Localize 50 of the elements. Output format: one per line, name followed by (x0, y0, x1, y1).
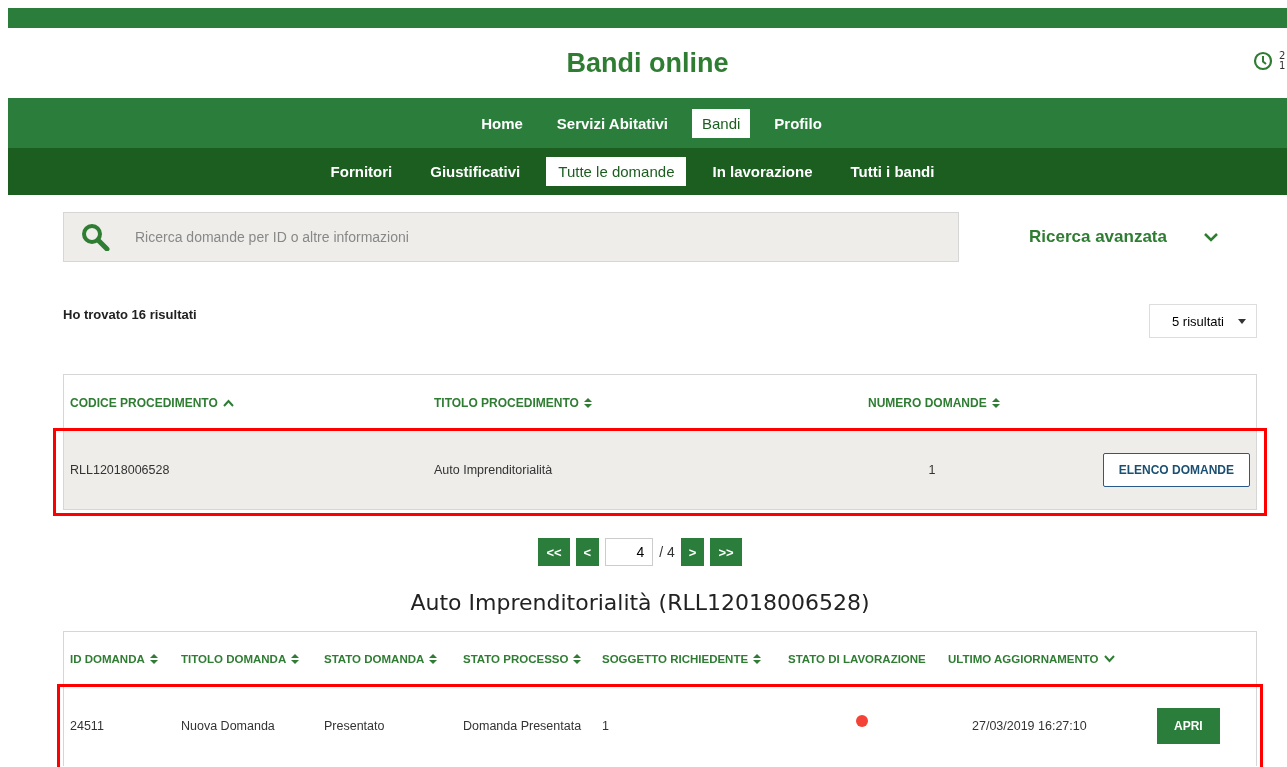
page-field[interactable]: 4 (605, 538, 654, 566)
nav-tab[interactable]: Profilo (764, 108, 832, 138)
open-button[interactable]: APRI (1157, 708, 1220, 744)
table-cell: Auto Imprenditorialità (434, 463, 553, 477)
table-cell: 1 (928, 463, 936, 477)
column-header[interactable]: CODICE PROCEDIMENTO (70, 396, 218, 410)
search-field[interactable]: Ricerca domande per ID o altre informazioni (63, 212, 959, 262)
advanced-search-toggle[interactable]: Ricerca avanzata (1029, 227, 1219, 247)
table-row[interactable]: RLL12018006528 Auto Imprenditorialità 1 ELENCO DOMANDE (64, 431, 1256, 509)
column-header: STATO DI LAVORAZIONE (788, 653, 926, 665)
page-total: / 4 (659, 544, 675, 560)
chevron-down-icon (1203, 232, 1219, 242)
table-cell: Presentato (324, 719, 385, 733)
dropdown-icon (1238, 318, 1246, 324)
next-page-button[interactable]: > (680, 538, 705, 566)
subnav-tab[interactable]: Tutti i bandi (838, 157, 947, 186)
column-header[interactable]: TITOLO PROCEDIMENTO (434, 396, 579, 410)
page-size-select[interactable]: 5 risultati (1149, 304, 1257, 338)
table-cell: Nuova Domanda (181, 719, 275, 733)
subnav-tab[interactable]: Tutte le domande (546, 157, 687, 186)
nav-tab[interactable]: Servizi Abitativi (546, 108, 678, 138)
list-applications-button[interactable]: ELENCO DOMANDE (1102, 453, 1250, 487)
column-header[interactable]: ID DOMANDA (70, 653, 145, 665)
table-cell: 24511 (70, 719, 104, 733)
clock-icon (1253, 51, 1273, 71)
results-count: Ho trovato 16 risultati (63, 306, 197, 322)
column-header[interactable]: SOGGETTO RICHIEDENTE (602, 653, 749, 665)
search-icon (81, 223, 111, 251)
table-cell: 1 (602, 719, 609, 733)
nav-tab[interactable]: Home (471, 108, 533, 138)
column-header[interactable]: ULTIMO AGGIORNAMENTO (948, 653, 1099, 665)
table-cell: Domanda Presentata (463, 719, 582, 733)
site-title: Bandi online (566, 47, 729, 79)
previous-page-button[interactable]: < (575, 538, 600, 566)
subnav-tab[interactable]: Giustificativi (418, 157, 533, 186)
table-cell: RLL12018006528 (70, 463, 170, 477)
section-title: Auto Imprenditorialità (RLL12018006528) (409, 590, 871, 615)
first-page-button[interactable]: << (538, 538, 570, 566)
search-input[interactable]: Ricerca domande per ID o altre informazioni (133, 228, 837, 246)
clock-text: 1 (1279, 61, 1286, 71)
clock-text: 2 (1279, 51, 1286, 61)
column-header[interactable]: STATO PROCESSO (463, 653, 569, 665)
last-page-button[interactable]: >> (710, 538, 742, 566)
subnav-tab[interactable]: Fornitori (318, 157, 405, 186)
column-header[interactable]: TITOLO DOMANDA (181, 653, 287, 665)
nav-tab[interactable]: Bandi (692, 108, 751, 138)
column-header[interactable]: STATO DOMANDA (324, 653, 425, 665)
subnav-tab[interactable]: In lavorazione (700, 157, 825, 186)
column-header[interactable]: NUMERO DOMANDE (868, 396, 987, 410)
table-cell: 27/03/2019 16:27:10 (972, 719, 1087, 733)
